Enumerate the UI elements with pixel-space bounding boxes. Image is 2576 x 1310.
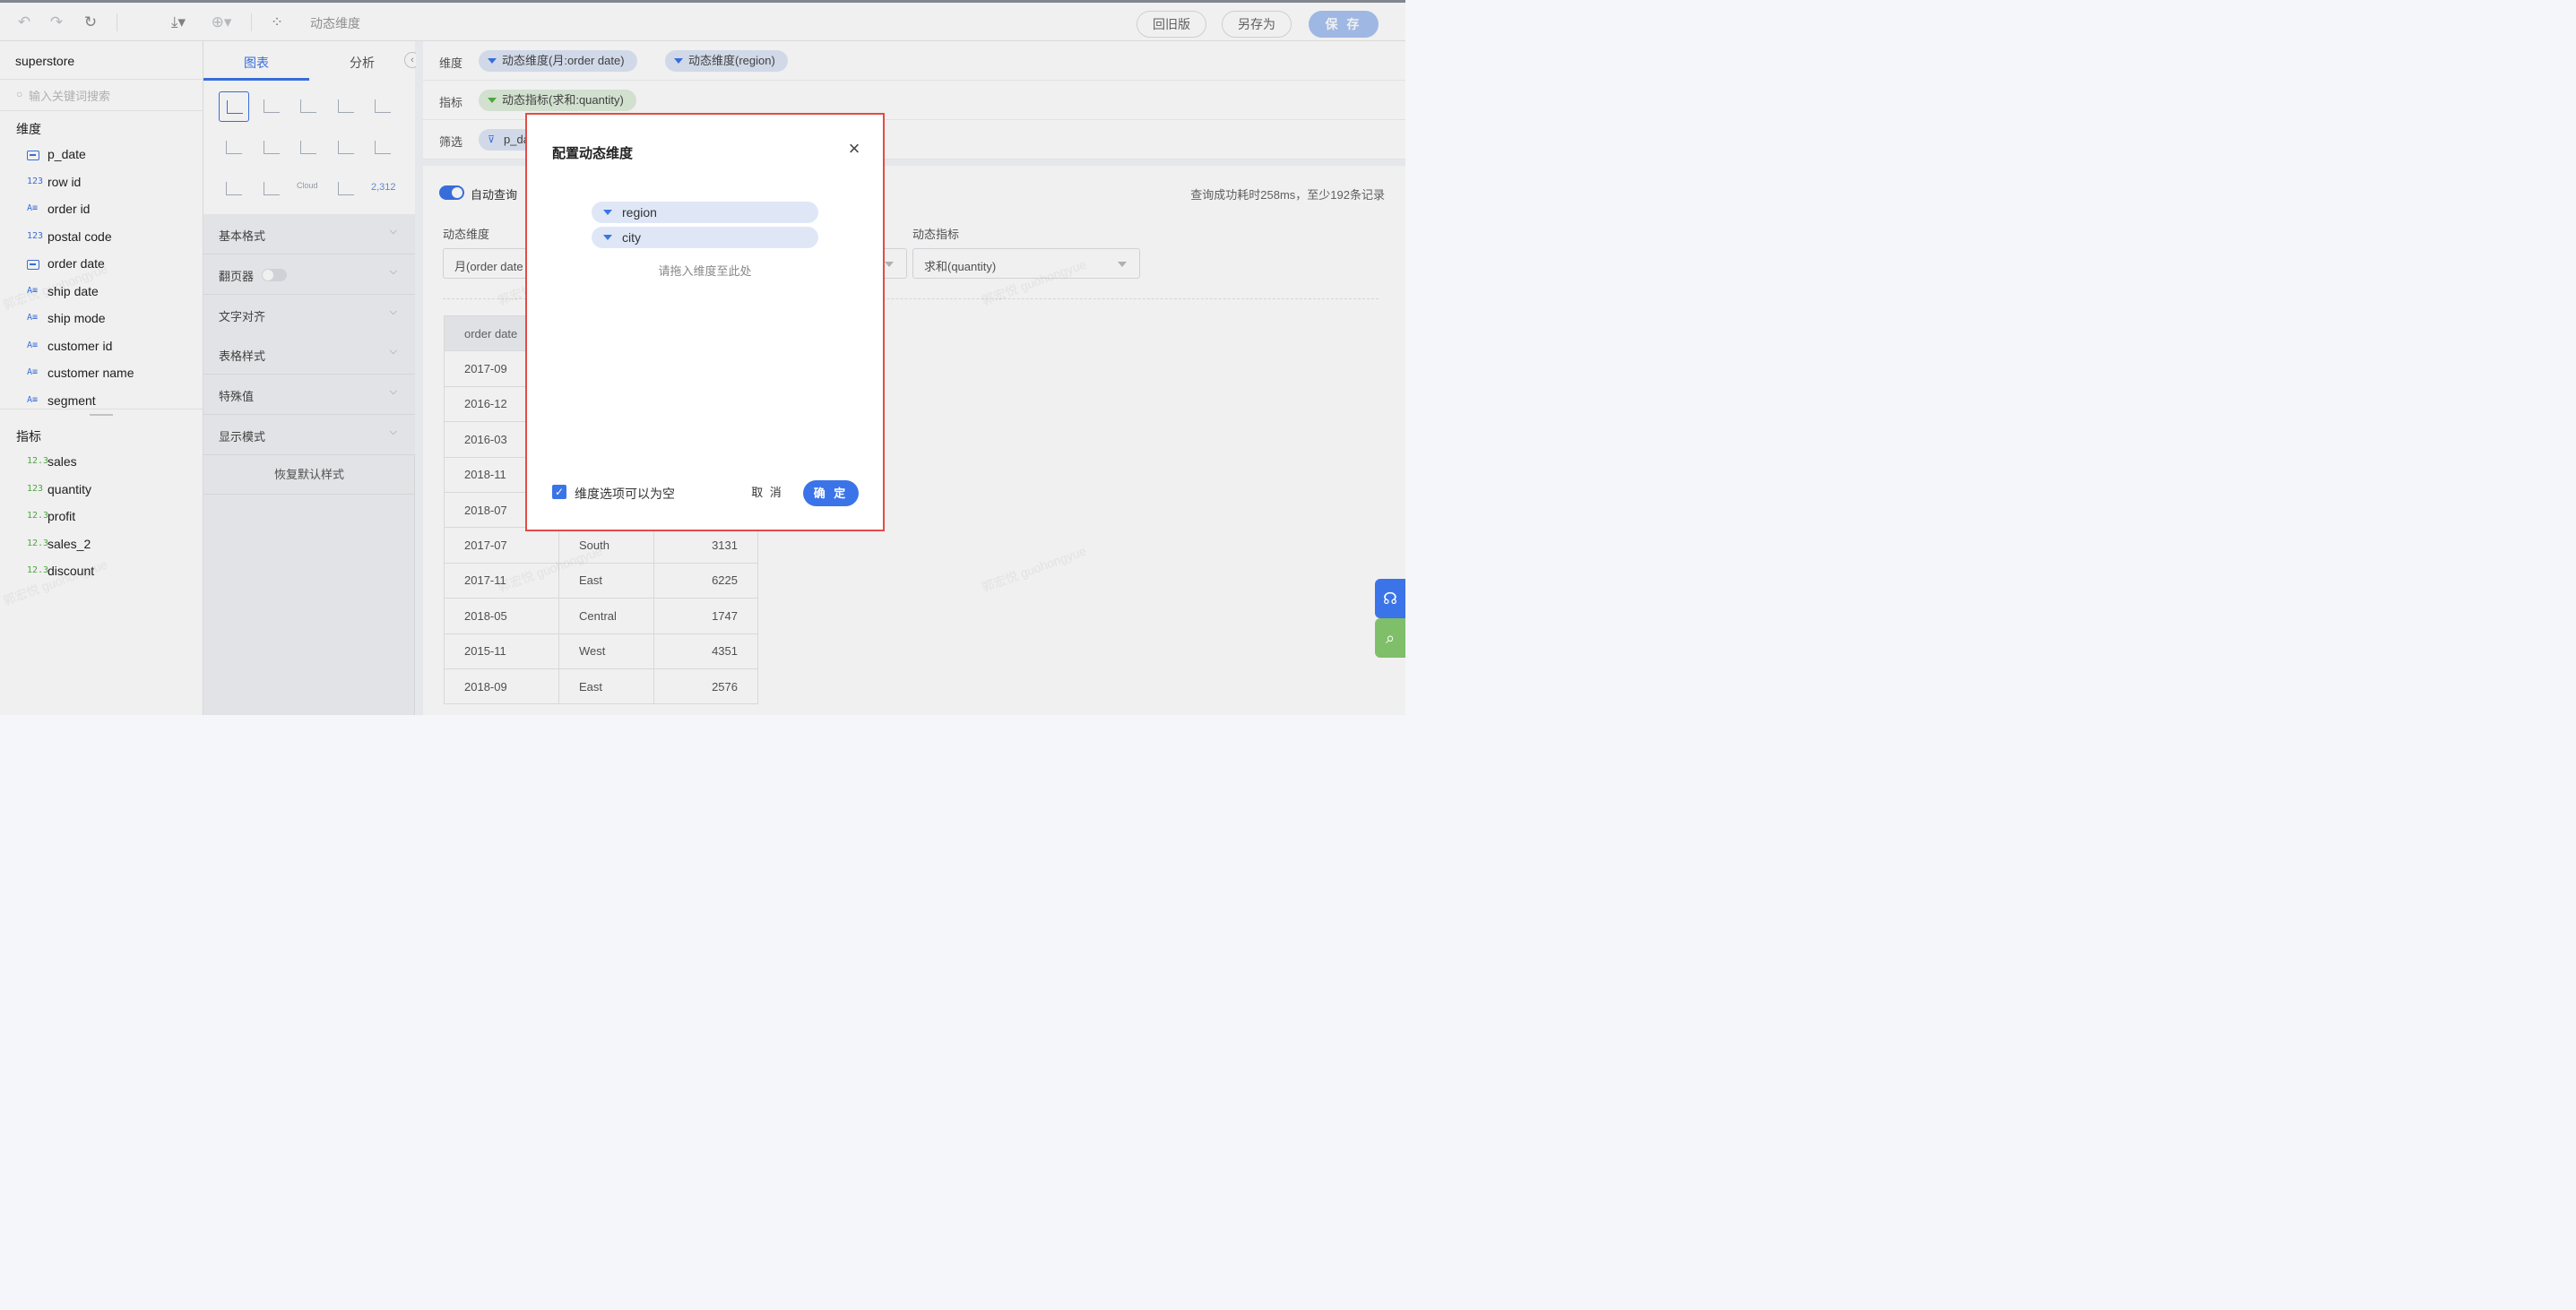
cancel-button[interactable]: 取 消 [745,480,790,505]
dropdown-icon[interactable] [603,210,612,215]
allow-empty-checkbox[interactable]: ✓ [552,485,566,499]
dialog-dimension-label: city [622,230,641,245]
allow-empty-label[interactable]: 维度选项可以为空 [575,485,675,503]
support-icon[interactable]: ☊ [1375,579,1405,618]
drop-zone-hint[interactable]: 请拖入维度至此处 [527,262,883,279]
dropdown-icon[interactable] [603,235,612,240]
search-icon[interactable]: ⌕ [1375,618,1405,658]
close-icon[interactable]: × [844,139,864,159]
dynamic-dimension-dialog: 配置动态维度 × region city 请拖入维度至此处 ✓ 维度选项可以为空… [525,113,885,531]
ok-button[interactable]: 确 定 [803,480,859,506]
dialog-dimension-item[interactable]: region [592,202,818,223]
dialog-dimension-label: region [622,205,657,220]
dialog-title: 配置动态维度 [552,146,634,161]
dialog-dimension-item[interactable]: city [592,227,818,248]
